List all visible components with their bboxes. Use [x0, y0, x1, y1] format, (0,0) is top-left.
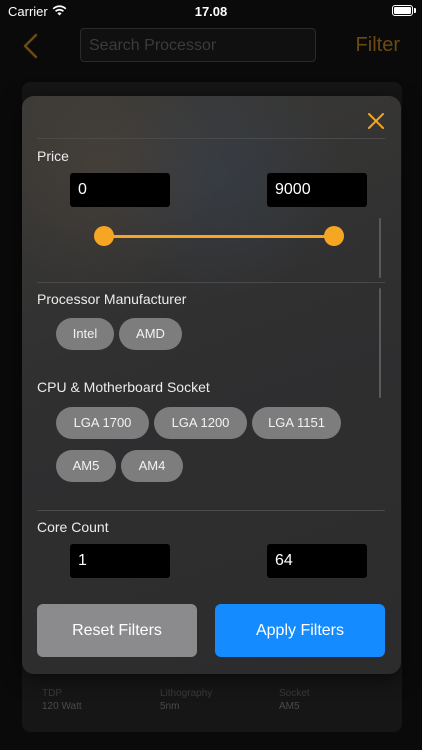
price-max-input[interactable]: 9000: [267, 173, 367, 207]
reset-filters-button[interactable]: Reset Filters: [37, 604, 197, 657]
spec-label: TDP: [42, 688, 62, 699]
filter-button[interactable]: Filter: [356, 34, 400, 57]
manufacturer-title: Processor Manufacturer: [37, 291, 187, 307]
price-title: Price: [37, 148, 69, 164]
core-count-title: Core Count: [37, 519, 109, 535]
search-input[interactable]: Search Processor: [80, 28, 316, 62]
socket-title: CPU & Motherboard Socket: [37, 379, 210, 395]
chip-am5[interactable]: AM5: [56, 450, 116, 482]
chip-am4[interactable]: AM4: [121, 450, 183, 482]
chip-intel[interactable]: Intel: [56, 318, 114, 350]
nav-bar: Search Processor Filter: [0, 26, 422, 66]
scrollbar[interactable]: [379, 288, 381, 398]
status-bar: Carrier 17.08: [0, 0, 422, 22]
price-min-input[interactable]: 0: [70, 173, 170, 207]
battery-icon: [392, 5, 413, 16]
scrollbar[interactable]: [379, 218, 381, 278]
chip-amd[interactable]: AMD: [119, 318, 182, 350]
spec-value: 5nm: [160, 701, 180, 712]
divider: [37, 510, 385, 511]
filter-modal: Price 0 9000 Processor Manufacturer Inte…: [22, 96, 401, 674]
apply-filters-button[interactable]: Apply Filters: [215, 604, 385, 657]
spec-value: 120 Watt: [42, 701, 82, 712]
battery-cap: [414, 8, 416, 13]
chip-lga1700[interactable]: LGA 1700: [56, 407, 149, 439]
core-max-input[interactable]: 64: [267, 544, 367, 578]
chevron-left-icon[interactable]: [18, 32, 42, 60]
spec-value: AM5: [279, 701, 300, 712]
spec-socket: Socket AM5: [279, 688, 310, 712]
divider: [37, 138, 385, 139]
price-slider-track: [104, 235, 334, 238]
price-slider-max-handle[interactable]: [324, 226, 344, 246]
core-min-input[interactable]: 1: [70, 544, 170, 578]
spec-lithography: Lithography 5nm: [160, 688, 212, 712]
divider: [37, 282, 385, 283]
price-slider-min-handle[interactable]: [94, 226, 114, 246]
chip-lga1200[interactable]: LGA 1200: [154, 407, 247, 439]
spec-label: Lithography: [160, 688, 213, 699]
close-icon[interactable]: [367, 112, 385, 130]
clock: 17.08: [194, 4, 228, 19]
spec-label: Socket: [279, 688, 310, 699]
chip-lga1151[interactable]: LGA 1151: [252, 407, 341, 439]
spec-tdp: TDP 120 Watt: [42, 688, 82, 712]
